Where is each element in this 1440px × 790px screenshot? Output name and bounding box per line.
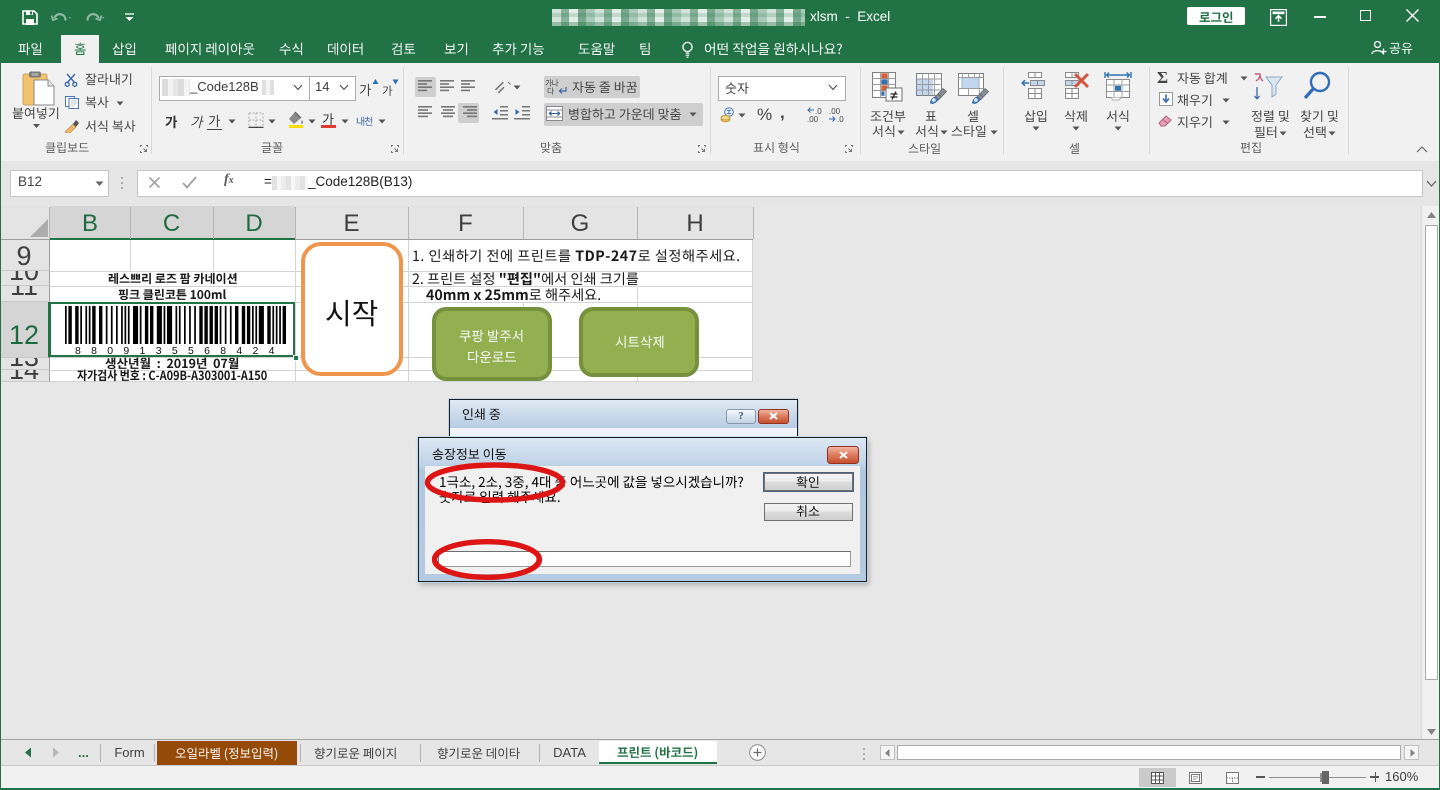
svg-text:.0: .0	[837, 115, 844, 123]
svg-text:.00: .00	[807, 115, 819, 123]
